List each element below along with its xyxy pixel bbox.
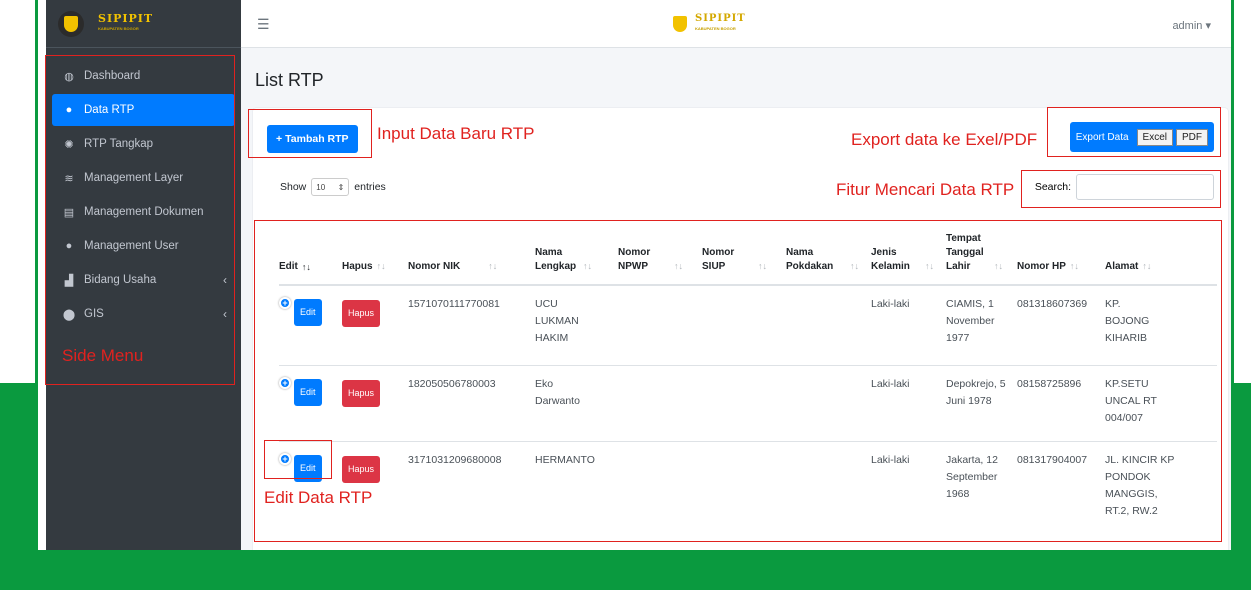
brand-title: SIPIPIT — [695, 13, 746, 24]
logo-icon — [58, 10, 84, 37]
brand-name: SIPIPIT KABUPATEN BOGOR — [98, 11, 154, 34]
annotation-box-side-menu — [45, 55, 235, 385]
annotation-box-edit — [264, 440, 332, 479]
logo-icon — [671, 15, 689, 33]
navbar-brand-text: SIPIPIT KABUPATEN BOGOR — [695, 14, 746, 34]
annotation-edit: Edit Data RTP — [264, 488, 373, 507]
navbar-brand: SIPIPIT KABUPATEN BOGOR — [671, 14, 746, 34]
annotation-input-baru: Input Data Baru RTP — [377, 124, 535, 143]
top-navbar: ☰ SIPIPIT KABUPATEN BOGOR admin ▾ — [241, 0, 1231, 48]
annotation-export: Export data ke Exel/PDF — [851, 130, 1038, 149]
brand-title: SIPIPIT — [98, 11, 154, 25]
annotation-box-search — [1021, 170, 1221, 208]
annotation-box-add — [248, 109, 372, 158]
caret-down-icon: ▾ — [1205, 20, 1211, 32]
annotation-box-export — [1047, 107, 1221, 157]
user-name: admin — [1172, 20, 1203, 32]
annotation-search: Fitur Mencari Data RTP — [836, 180, 1015, 199]
show-entries: Show 10 ⇕ entries — [280, 178, 386, 196]
select-arrows-icon: ⇕ — [337, 182, 345, 192]
screenshot-stage: SIPIPIT KABUPATEN BOGOR ◍ Dashboard ● Da… — [0, 0, 1251, 590]
page-title: List RTP — [255, 70, 324, 90]
user-menu[interactable]: admin ▾ — [1172, 19, 1211, 32]
entries-value: 10 — [316, 182, 326, 192]
annotation-box-table — [254, 220, 1222, 542]
show-label: Show — [280, 181, 307, 193]
brand-subtitle: KABUPATEN BOGOR — [98, 25, 139, 31]
brand-subtitle: KABUPATEN BOGOR — [695, 26, 736, 31]
entries-label: entries — [354, 181, 386, 193]
hamburger-icon[interactable]: ☰ — [257, 16, 270, 33]
entries-select[interactable]: 10 ⇕ — [311, 178, 350, 196]
annotation-side-menu: Side Menu — [62, 346, 144, 365]
brand[interactable]: SIPIPIT KABUPATEN BOGOR — [46, 0, 241, 48]
